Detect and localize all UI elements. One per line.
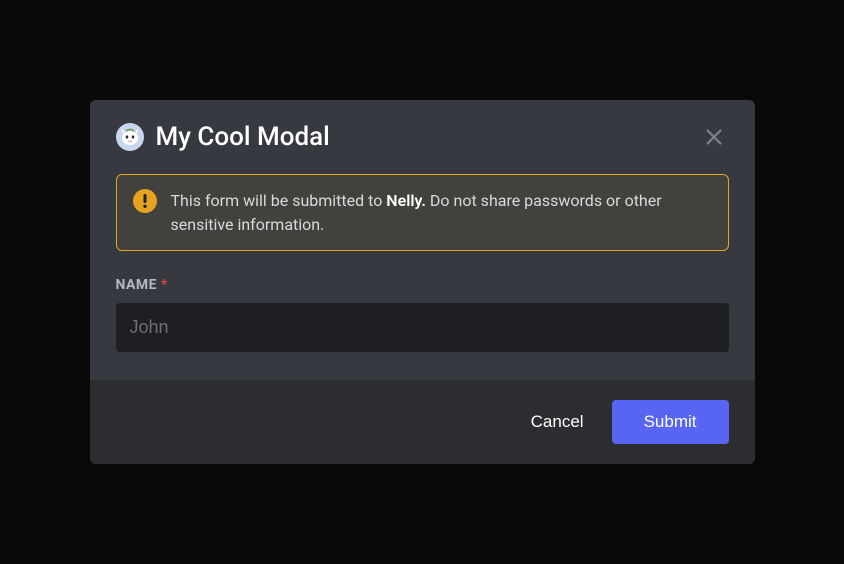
- required-marker: *: [161, 277, 168, 293]
- modal-header: My Cool Modal: [90, 100, 755, 152]
- avatar: [116, 123, 144, 151]
- field-label: NAME *: [116, 277, 729, 293]
- warning-banner: This form will be submitted to Nelly. Do…: [116, 174, 729, 250]
- avatar-icon: [118, 125, 142, 149]
- field-label-text: NAME: [116, 277, 158, 293]
- modal-title-wrap: My Cool Modal: [116, 122, 330, 152]
- submit-button[interactable]: Submit: [612, 400, 729, 444]
- warning-icon: [133, 189, 157, 213]
- name-input[interactable]: [116, 303, 729, 352]
- modal-body: This form will be submitted to Nelly. Do…: [90, 152, 755, 379]
- warning-text: This form will be submitted to Nelly. Do…: [171, 189, 712, 235]
- warning-recipient: Nelly.: [386, 191, 426, 210]
- modal-dialog: My Cool Modal This form will be submitte…: [90, 100, 755, 463]
- modal-title: My Cool Modal: [156, 122, 330, 152]
- modal-footer: Cancel Submit: [90, 380, 755, 464]
- close-button[interactable]: [699, 122, 729, 152]
- warning-prefix: This form will be submitted to: [171, 191, 387, 210]
- close-icon: [703, 126, 725, 148]
- cancel-button[interactable]: Cancel: [527, 402, 588, 442]
